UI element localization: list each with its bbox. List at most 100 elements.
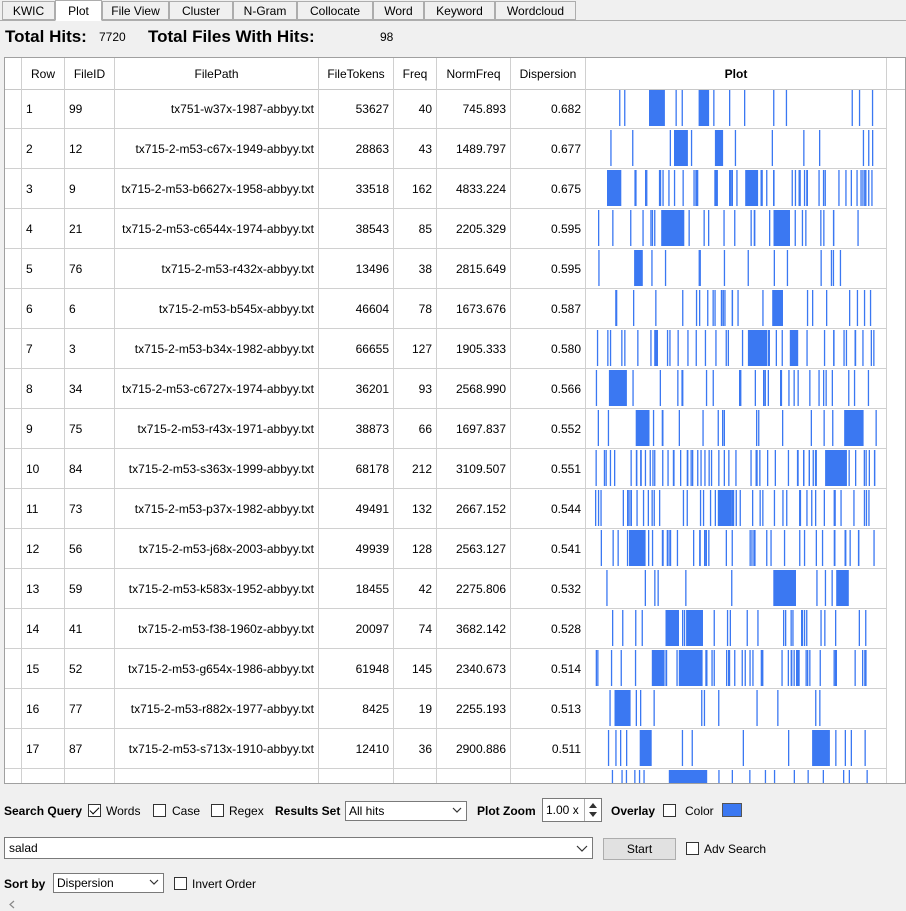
tab-kwic[interactable]: KWIC	[2, 1, 55, 20]
case-checkbox[interactable]	[153, 804, 166, 817]
header-filetokens[interactable]: FileTokens	[319, 58, 394, 89]
plot-hit-line	[714, 490, 716, 526]
horizontal-scrollbar[interactable]	[0, 898, 906, 911]
plot-hit-line	[724, 290, 726, 326]
plot-hit-cluster	[684, 770, 708, 783]
row-selector[interactable]	[5, 329, 22, 369]
tab-collocate[interactable]: Collocate	[297, 1, 373, 20]
plot-hit-line	[729, 610, 731, 646]
table-row[interactable]: 14 41 tx715-2-m53-f38-1960z-abbyy.txt 20097…	[5, 609, 905, 649]
table-row[interactable]: 6 6 tx715-2-m53-b545x-abbyy.txt 46604 78 1673…	[5, 289, 905, 329]
dispersion-plot	[586, 169, 887, 209]
plot-hit-line	[764, 370, 766, 406]
row-selector[interactable]	[5, 249, 22, 289]
plot-hit-line	[718, 450, 720, 486]
tab-wordcloud[interactable]: Wordcloud	[495, 1, 576, 20]
adv-search-checkbox[interactable]	[686, 842, 699, 855]
cell-filetokens	[319, 769, 394, 783]
plot-hit-line	[688, 210, 690, 246]
table-row[interactable]: 1 99 tx751-w37x-1987-abbyy.txt 53627 40 745.8…	[5, 89, 905, 129]
sort-by-value: Dispersion	[57, 876, 114, 890]
row-selector[interactable]	[5, 169, 22, 209]
invert-order-checkbox[interactable]	[174, 877, 187, 890]
row-selector[interactable]	[5, 609, 22, 649]
plot-hit-line	[596, 330, 599, 366]
table-row[interactable]	[5, 769, 905, 783]
results-table[interactable]: Row FileID FilePath FileTokens Freq Norm…	[4, 57, 906, 784]
results-set-select[interactable]: All hits	[345, 801, 467, 821]
cell-dispersion: 0.544	[511, 489, 586, 529]
table-row[interactable]: 15 52 tx715-2-m53-g654x-1986-abbyy.txt 6194…	[5, 649, 905, 689]
cell-filetokens: 28863	[319, 129, 394, 169]
table-row[interactable]: 2 12 tx715-2-m53-c67x-1949-abbyy.txt 28863 4…	[5, 129, 905, 169]
plot-hit-line	[815, 450, 817, 486]
plot-zoom-spinner[interactable]: 1.00 x	[542, 798, 602, 822]
plot-hit-line	[636, 450, 638, 486]
table-row[interactable]: 9 75 tx715-2-m53-r43x-1971-abbyy.txt 38873 6…	[5, 409, 905, 449]
plot-hit-line	[710, 450, 713, 486]
tab-plot[interactable]: Plot	[55, 0, 102, 21]
row-selector[interactable]	[5, 649, 22, 689]
plot-hit-cluster	[825, 450, 847, 486]
chevron-down-icon[interactable]	[576, 843, 588, 853]
row-selector[interactable]	[5, 129, 22, 169]
row-selector[interactable]	[5, 569, 22, 609]
tab-file-view[interactable]: File View	[102, 1, 169, 20]
adv-search-label: Adv Search	[704, 842, 767, 856]
row-selector[interactable]	[5, 289, 22, 329]
row-selector[interactable]	[5, 369, 22, 409]
tab-n-gram[interactable]: N-Gram	[233, 1, 297, 20]
table-row[interactable]: 13 59 tx715-2-m53-k583x-1952-abbyy.txt 1845…	[5, 569, 905, 609]
tab-keyword[interactable]: Keyword	[424, 1, 495, 20]
header-filepath[interactable]: FilePath	[115, 58, 319, 89]
table-row[interactable]: 12 56 tx715-2-m53-j68x-2003-abbyy.txt 49939…	[5, 529, 905, 569]
color-swatch[interactable]	[722, 803, 742, 817]
table-row[interactable]: 7 3 tx715-2-m53-b34x-1982-abbyy.txt 66655 12…	[5, 329, 905, 369]
table-row[interactable]: 11 73 tx715-2-m53-p37x-1982-abbyy.txt 49491…	[5, 489, 905, 529]
regex-checkbox[interactable]	[211, 804, 224, 817]
header-dispersion[interactable]: Dispersion	[511, 58, 586, 89]
start-button[interactable]: Start	[603, 838, 676, 860]
table-row[interactable]: 17 87 tx715-2-m53-s713x-1910-abbyy.txt 1241…	[5, 729, 905, 769]
plot-hit-line	[704, 330, 707, 366]
header-normfreq[interactable]: NormFreq	[437, 58, 511, 89]
table-row[interactable]: 3 9 tx715-2-m53-b6627x-1958-abbyy.txt 33518…	[5, 169, 905, 209]
table-row[interactable]: 8 34 tx715-2-m53-c6727x-1974-abbyy.txt 3620…	[5, 369, 905, 409]
plot-hit-line	[790, 650, 792, 686]
plot-hit-line	[767, 370, 769, 406]
plot-hit-line	[753, 530, 755, 566]
plot-hit-line	[626, 530, 629, 566]
table-row[interactable]: 10 84 tx715-2-m53-s363x-1999-abbyy.txt 6817…	[5, 449, 905, 489]
header-fileid[interactable]: FileID	[65, 58, 115, 89]
tab-cluster[interactable]: Cluster	[169, 1, 233, 20]
plot-hit-cluster	[714, 130, 724, 166]
header-row[interactable]: Row	[22, 58, 65, 89]
header-plot[interactable]: Plot	[586, 58, 887, 89]
overlay-checkbox[interactable]	[663, 804, 676, 817]
table-row[interactable]: 4 21 tx715-2-m53-c6544x-1974-abbyy.txt 3854…	[5, 209, 905, 249]
row-selector[interactable]	[5, 689, 22, 729]
row-selector[interactable]	[5, 529, 22, 569]
search-query-input[interactable]: salad	[4, 837, 593, 859]
row-selector[interactable]	[5, 769, 22, 783]
header-row-selector[interactable]	[5, 58, 22, 89]
tab-word[interactable]: Word	[373, 1, 424, 20]
chevron-left-icon[interactable]	[6, 898, 18, 911]
table-row[interactable]: 16 77 tx715-2-m53-r882x-1977-abbyy.txt 8425…	[5, 689, 905, 729]
row-selector[interactable]	[5, 449, 22, 489]
row-selector[interactable]	[5, 89, 22, 129]
row-selector[interactable]	[5, 729, 22, 769]
row-selector[interactable]	[5, 409, 22, 449]
plot-hit-line	[722, 410, 724, 446]
cell-freq: 74	[394, 609, 437, 649]
table-row[interactable]: 5 76 tx715-2-m53-r432x-abbyy.txt 13496 38 281…	[5, 249, 905, 289]
row-selector[interactable]	[5, 489, 22, 529]
plot-hit-line	[728, 450, 730, 486]
header-freq[interactable]: Freq	[394, 58, 437, 89]
row-selector[interactable]	[5, 209, 22, 249]
dispersion-plot	[586, 609, 887, 649]
sort-by-select[interactable]: Dispersion	[53, 873, 164, 893]
plot-hit-cluster	[678, 650, 703, 686]
spinner-buttons[interactable]	[584, 799, 601, 821]
words-checkbox[interactable]	[88, 804, 101, 817]
